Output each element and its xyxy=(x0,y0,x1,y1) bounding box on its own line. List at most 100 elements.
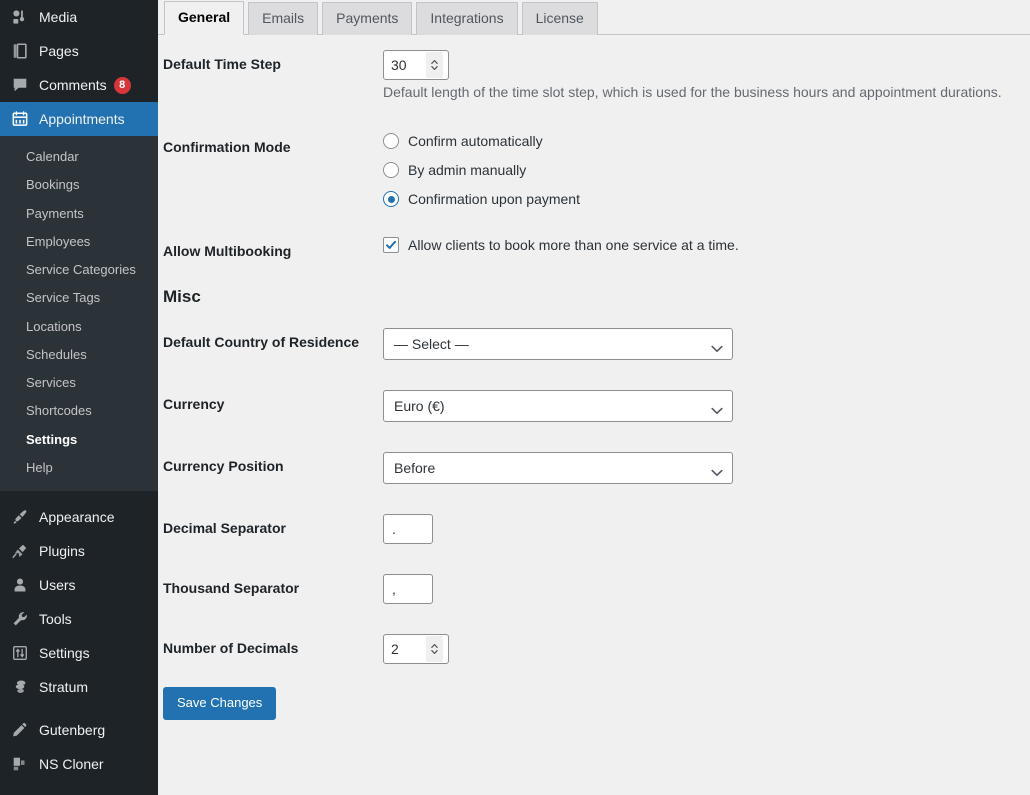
sidebar-item-label: Pages xyxy=(39,43,79,59)
sidebar-item-pages[interactable]: Pages xyxy=(0,34,158,68)
general-settings-form: Default Time Step Default length of the … xyxy=(158,35,1030,721)
decimal-separator-input[interactable] xyxy=(383,514,433,545)
radio-label[interactable]: By admin manually xyxy=(408,162,526,178)
confirmation-mode-label: Confirmation Mode xyxy=(163,139,291,155)
admin-screen: Media Pages Comments 8 Appointments Cale… xyxy=(0,0,1030,795)
sidebar-item-tools[interactable]: Tools xyxy=(0,602,158,636)
radio-icon[interactable] xyxy=(383,133,399,149)
default-time-step-input[interactable] xyxy=(384,51,426,79)
sidebar-divider-plugins xyxy=(0,704,158,713)
submenu-item-payments[interactable]: Payments xyxy=(0,200,158,228)
radio-icon[interactable] xyxy=(383,162,399,178)
radio-icon-selected[interactable] xyxy=(383,191,399,207)
submenu-item-shortcodes[interactable]: Shortcodes xyxy=(0,397,158,425)
sidebar-item-users[interactable]: Users xyxy=(0,568,158,602)
thousand-separator-label: Thousand Separator xyxy=(163,580,300,597)
comments-count-badge: 8 xyxy=(113,76,131,94)
submit-area: Save Changes xyxy=(158,679,1030,721)
sidebar-item-stratum[interactable]: Stratum xyxy=(0,670,158,704)
radio-confirm-automatically[interactable]: Confirm automatically xyxy=(383,133,1020,149)
pages-icon xyxy=(10,41,30,61)
sidebar-item-ns-cloner[interactable]: NS Cloner xyxy=(0,747,158,781)
default-time-step-description: Default length of the time slot step, wh… xyxy=(383,84,1002,100)
radio-by-admin-manually[interactable]: By admin manually xyxy=(383,162,1020,178)
submenu-item-calendar[interactable]: Calendar xyxy=(0,143,158,171)
number-of-decimals-stepper[interactable] xyxy=(383,634,449,665)
stepper-arrows-icon[interactable] xyxy=(426,52,443,78)
number-of-decimals-input[interactable] xyxy=(384,635,426,664)
sidebar-item-appointments[interactable]: Appointments xyxy=(0,102,158,136)
radio-confirmation-upon-payment[interactable]: Confirmation upon payment xyxy=(383,191,1020,207)
admin-sidebar: Media Pages Comments 8 Appointments Cale… xyxy=(0,0,158,795)
submenu-item-locations[interactable]: Locations xyxy=(0,313,158,341)
sidebar-item-gutenberg[interactable]: Gutenberg xyxy=(0,713,158,747)
currency-select-wrap[interactable]: Euro (€) xyxy=(383,390,733,423)
currency-select[interactable]: Euro (€) xyxy=(383,390,733,423)
submenu-item-bookings[interactable]: Bookings xyxy=(0,171,158,199)
currency-position-select-wrap[interactable]: Before xyxy=(383,452,733,485)
sidebar-item-media[interactable]: Media xyxy=(0,0,158,34)
settings-sliders-icon xyxy=(10,643,30,663)
sidebar-item-label: Plugins xyxy=(39,543,85,559)
sidebar-item-label: Comments xyxy=(39,77,107,93)
submenu-item-help[interactable]: Help xyxy=(0,454,158,482)
tab-emails[interactable]: Emails xyxy=(248,2,319,35)
checkbox-checked-icon[interactable] xyxy=(383,237,399,253)
submenu-item-employees[interactable]: Employees xyxy=(0,228,158,256)
save-changes-button[interactable]: Save Changes xyxy=(163,687,277,721)
pencil-icon xyxy=(10,720,30,740)
media-icon xyxy=(10,7,30,27)
field-row-decimal-separator: Decimal Separator xyxy=(158,499,1030,559)
submenu-item-settings[interactable]: Settings xyxy=(0,426,158,454)
sidebar-item-label: Settings xyxy=(39,645,90,661)
currency-position-select[interactable]: Before xyxy=(383,452,733,485)
default-country-select[interactable]: — Select — xyxy=(383,328,733,361)
sidebar-item-label: Gutenberg xyxy=(39,722,106,738)
sidebar-item-comments[interactable]: Comments 8 xyxy=(0,68,158,102)
radio-label[interactable]: Confirmation upon payment xyxy=(408,191,580,207)
field-row-default-country: Default Country of Residence — Select — xyxy=(158,313,1030,375)
sidebar-item-label: Tools xyxy=(39,611,72,627)
tab-license[interactable]: License xyxy=(521,2,598,35)
submenu-item-schedules[interactable]: Schedules xyxy=(0,341,158,369)
radio-label[interactable]: Confirm automatically xyxy=(408,133,543,149)
thousand-separator-input[interactable] xyxy=(383,574,433,605)
tab-integrations[interactable]: Integrations xyxy=(416,2,518,35)
field-row-confirmation-mode: Confirmation Mode Confirm automatically … xyxy=(158,118,1030,222)
submenu-item-service-categories[interactable]: Service Categories xyxy=(0,256,158,284)
sidebar-item-appearance[interactable]: Appearance xyxy=(0,500,158,534)
user-icon xyxy=(10,575,30,595)
wrench-icon xyxy=(10,609,30,629)
default-country-select-wrap[interactable]: — Select — xyxy=(383,328,733,361)
allow-multibooking-label: Allow Multibooking xyxy=(163,243,292,259)
plug-icon xyxy=(10,541,30,561)
submenu-item-service-tags[interactable]: Service Tags xyxy=(0,284,158,312)
tab-general[interactable]: General xyxy=(164,1,245,35)
submenu-item-services[interactable]: Services xyxy=(0,369,158,397)
sidebar-item-label: Appearance xyxy=(39,509,115,525)
tab-payments[interactable]: Payments xyxy=(322,2,413,35)
currency-position-label: Currency Position xyxy=(163,458,284,475)
comments-icon xyxy=(10,75,30,95)
sidebar-item-label: Users xyxy=(39,577,76,593)
misc-section-heading: Misc xyxy=(163,287,201,307)
decimal-separator-label: Decimal Separator xyxy=(163,520,286,537)
default-time-step-stepper[interactable] xyxy=(383,50,449,80)
field-row-currency: Currency Euro (€) xyxy=(158,375,1030,437)
sidebar-divider xyxy=(0,491,158,500)
sidebar-item-plugins[interactable]: Plugins xyxy=(0,534,158,568)
stepper-arrows-icon[interactable] xyxy=(426,636,443,663)
currency-label: Currency xyxy=(163,396,225,413)
sidebar-item-label: NS Cloner xyxy=(39,756,104,772)
confirmation-mode-radio-group: Confirm automatically By admin manually … xyxy=(383,133,1020,207)
multibooking-checkbox-label[interactable]: Allow clients to book more than one serv… xyxy=(408,237,739,253)
field-row-thousand-separator: Thousand Separator xyxy=(158,559,1030,619)
blocks-icon xyxy=(10,754,30,774)
field-row-currency-position: Currency Position Before xyxy=(158,437,1030,499)
calendar-icon xyxy=(10,109,30,129)
paintbrush-icon xyxy=(10,507,30,527)
field-row-default-time-step: Default Time Step Default length of the … xyxy=(158,35,1030,118)
sidebar-item-settings[interactable]: Settings xyxy=(0,636,158,670)
multibooking-checkbox-row[interactable]: Allow clients to book more than one serv… xyxy=(383,237,1020,253)
field-row-allow-multibooking: Allow Multibooking Allow clients to book… xyxy=(158,222,1030,275)
